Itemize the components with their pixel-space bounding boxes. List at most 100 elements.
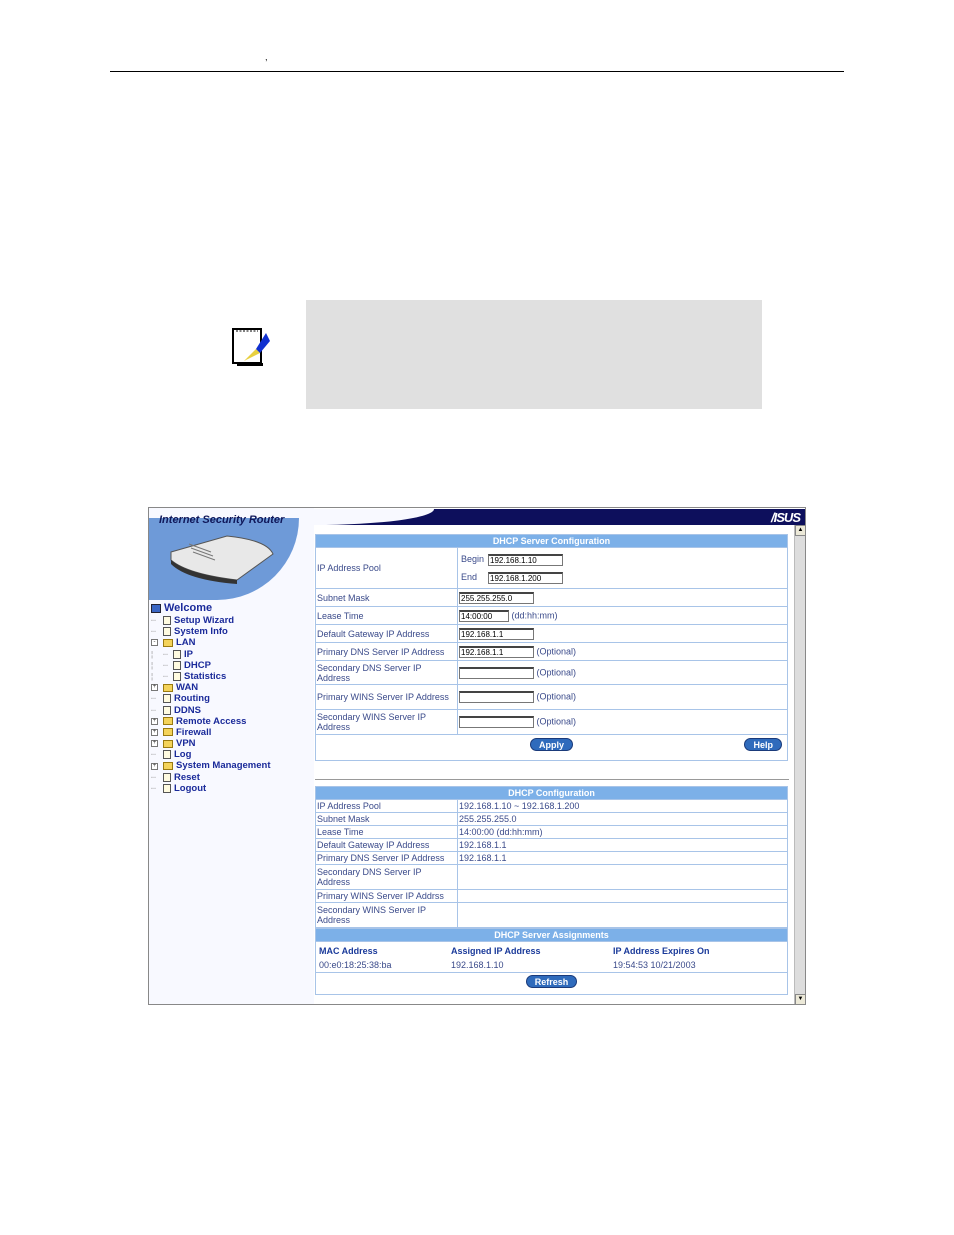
- sidebar-item-statistics[interactable]: ¦ ┈ Statistics: [151, 671, 271, 682]
- lease-hint: (dd:hh:mm): [511, 609, 558, 620]
- folder-icon: [163, 683, 173, 692]
- folder-icon: [163, 739, 173, 748]
- config-value: 192.168.1.1: [457, 838, 788, 852]
- divider: [315, 761, 789, 780]
- config-value: [457, 902, 788, 928]
- tree-line: ┈: [151, 616, 156, 625]
- config-value: 192.168.1.10 ~ 192.168.1.200: [457, 799, 788, 813]
- sidebar-item-ddns[interactable]: ┈ DDNS: [151, 705, 271, 716]
- folder-open-icon: [163, 638, 173, 647]
- pool-end-input[interactable]: 192.168.1.200: [488, 571, 563, 584]
- expand-icon[interactable]: +: [151, 728, 158, 736]
- table-row: 00:e0:18:25:38:ba 192.168.1.10 19:54:53 10…: [319, 960, 784, 972]
- computer-icon: [151, 604, 161, 613]
- tree-line: ┈: [163, 649, 168, 659]
- config-label: Subnet Mask: [315, 812, 458, 826]
- sidebar: Internet Security Router Welcome ┈ Setup W…: [149, 508, 314, 1004]
- sidebar-item-label: Logout: [174, 782, 207, 794]
- table-row: Secondary DNS Server IP Address: [315, 864, 788, 890]
- table-row: Default Gateway IP Address 192.168.1.1: [315, 838, 788, 852]
- note-box: [306, 300, 762, 409]
- table-row: IP Address Pool 192.168.1.10 ~ 192.168.1.…: [315, 799, 788, 813]
- sidebar-item-label: LAN: [176, 637, 196, 649]
- sidebar-item-label: System Info: [174, 626, 228, 638]
- sidebar-item-system-info[interactable]: ┈ System Info: [151, 626, 271, 637]
- expand-icon[interactable]: +: [151, 762, 158, 770]
- folder-icon: [163, 762, 173, 771]
- scroll-down-button[interactable]: ▼: [795, 994, 805, 1004]
- sidebar-item-logout[interactable]: ┈ Logout: [151, 783, 271, 794]
- assignments-table: DHCP Server Assignments MAC Address Assig…: [315, 928, 788, 995]
- sidebar-item-label: DHCP: [184, 659, 211, 671]
- cell: 192.168.1.10: [451, 960, 504, 970]
- dhcp-server-config-table: DHCP Server Configuration IP Address Poo…: [315, 534, 788, 761]
- table-row: Subnet Mask 255.255.255.0: [315, 812, 788, 826]
- sidebar-item-remote-access[interactable]: + Remote Access: [151, 716, 271, 727]
- pdns-input[interactable]: 192.168.1.1: [459, 645, 534, 658]
- sidebar-item-label: Log: [174, 749, 192, 761]
- router-web-ui: Internet Security Router Welcome ┈ Setup W…: [148, 507, 806, 1005]
- pool-label: IP Address Pool: [315, 547, 458, 589]
- config-label: Secondary DNS Server IP Address: [315, 864, 458, 890]
- sidebar-item-ip[interactable]: ¦ ┈ IP: [151, 649, 271, 660]
- config-value: 192.168.1.1: [457, 851, 788, 865]
- sidebar-item-lan[interactable]: - LAN: [151, 637, 271, 648]
- optional-hint: (Optional): [536, 645, 577, 656]
- sidebar-item-setup-wizard[interactable]: ┈ Setup Wizard: [151, 615, 271, 626]
- pool-begin-input[interactable]: 192.168.1.10: [488, 553, 563, 566]
- table-row: Lease Time 14:00:00 (dd:hh:mm): [315, 825, 788, 839]
- sidebar-item-log[interactable]: ┈ Log: [151, 749, 271, 760]
- swins-input[interactable]: [459, 716, 534, 728]
- config-label: Primary WINS Server IP Addrss: [315, 889, 458, 903]
- pwins-label: Primary WINS Server IP Address: [315, 684, 458, 710]
- sidebar-item-label: VPN: [176, 738, 196, 750]
- document-icon: [173, 672, 181, 682]
- table-row: Secondary WINS Server IP Address: [315, 902, 788, 928]
- config-label: Primary DNS Server IP Address: [315, 851, 458, 865]
- tree-line: ¦: [151, 649, 154, 659]
- expand-icon[interactable]: +: [151, 684, 158, 692]
- help-button[interactable]: Help: [744, 738, 782, 751]
- sidebar-item-firewall[interactable]: + Firewall: [151, 727, 271, 738]
- config-value: 14:00:00 (dd:hh:mm): [457, 825, 788, 839]
- document-icon: [163, 616, 171, 626]
- tree-line: ┈: [151, 627, 156, 637]
- scroll-up-button[interactable]: ▲: [795, 525, 805, 536]
- nav-tree: Welcome ┈ Setup Wizard ┈ System Info - LAN ¦ ┈ IP…: [151, 602, 271, 794]
- gateway-input[interactable]: 192.168.1.1: [459, 627, 534, 640]
- sidebar-item-reset[interactable]: ┈ Reset: [151, 772, 271, 783]
- sidebar-item-wan[interactable]: + WAN: [151, 682, 271, 693]
- sdns-label: Secondary DNS Server IP Address: [315, 660, 458, 685]
- scrollbar[interactable]: ▲ ▼: [794, 525, 805, 1004]
- column-header: IP Address Expires On: [613, 946, 710, 956]
- lease-input[interactable]: 14:00:00: [459, 609, 509, 622]
- sidebar-item-routing[interactable]: ┈ Routing: [151, 693, 271, 704]
- section-title: DHCP Server Configuration: [315, 534, 788, 548]
- sidebar-item-system-management[interactable]: + System Management: [151, 760, 271, 771]
- sidebar-item-label: Welcome: [164, 601, 213, 614]
- swins-label: Secondary WINS Server IP Address: [315, 709, 458, 735]
- subnet-input[interactable]: 255.255.255.0: [459, 591, 534, 604]
- sidebar-item-label: IP: [184, 648, 193, 660]
- cell: 00:e0:18:25:38:ba: [319, 960, 392, 970]
- pwins-input[interactable]: [459, 691, 534, 703]
- collapse-icon[interactable]: -: [151, 639, 158, 647]
- refresh-button[interactable]: Refresh: [525, 975, 578, 988]
- expand-icon[interactable]: +: [151, 717, 158, 725]
- sidebar-item-dhcp[interactable]: ¦ ┈ DHCP: [151, 660, 271, 671]
- sidebar-item-vpn[interactable]: + VPN: [151, 738, 271, 749]
- tree-line: ¦: [151, 671, 154, 681]
- tree-line: ┈: [163, 660, 168, 670]
- lease-label: Lease Time: [315, 606, 458, 625]
- sdns-input[interactable]: [459, 666, 534, 679]
- tree-line: ┈: [151, 694, 156, 704]
- optional-hint: (Optional): [536, 691, 577, 702]
- sidebar-item-label: DDNS: [174, 704, 201, 716]
- expand-icon[interactable]: +: [151, 740, 158, 748]
- config-value: [457, 864, 788, 890]
- sidebar-item-welcome[interactable]: Welcome: [151, 602, 271, 615]
- apply-button[interactable]: Apply: [530, 738, 574, 751]
- document-icon: [163, 705, 171, 715]
- sidebar-item-label: Statistics: [184, 670, 227, 682]
- sidebar-item-label: Routing: [174, 693, 210, 705]
